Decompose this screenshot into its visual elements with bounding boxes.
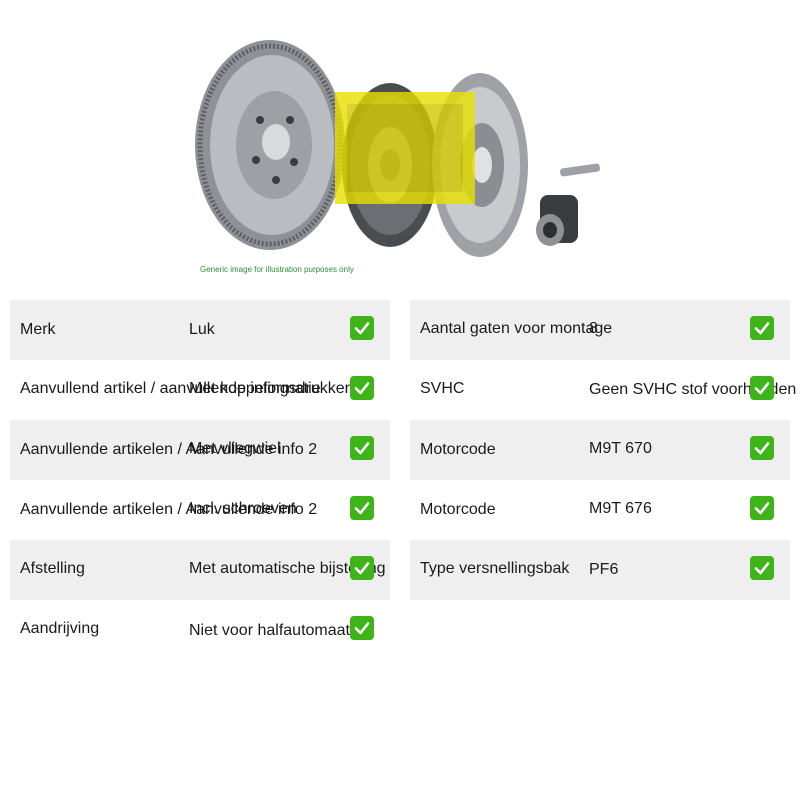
spec-row-gearbox-type: Type versnellingsbak PF6: [410, 540, 790, 600]
checkmark-icon: [350, 616, 374, 640]
spec-value: Incl. schroeven: [189, 500, 297, 517]
spec-label: Aandrijving: [20, 620, 100, 637]
specs-left-column: Merk Luk Aanvullend artikel / aanvullend…: [10, 300, 390, 660]
release-bearing-illustration: [536, 163, 600, 246]
spec-row-adjustment: Afstelling Met automatische bijstelling: [10, 540, 390, 600]
spec-row-additional-info-2a: Aanvullende artikelen / Aanvullende info…: [10, 420, 390, 480]
checkmark-icon: [350, 436, 374, 460]
spec-value: Luk: [189, 321, 215, 338]
checkmark-icon: [750, 316, 774, 340]
spec-value: PF6: [589, 561, 619, 578]
checkmark-icon: [750, 376, 774, 400]
spec-label: Motorcode: [420, 501, 496, 518]
spec-value: Met koppelingsdrukker: [189, 380, 350, 397]
spec-value: M9T 670: [589, 440, 652, 457]
spec-label: Afstelling: [20, 560, 85, 577]
spec-value: Niet voor halfautomaat: [189, 622, 350, 639]
spec-row-svhc: SVHC Geen SVHC stof voorhanden: [410, 360, 796, 420]
product-image: [195, 40, 600, 257]
checkmark-icon: [350, 556, 374, 580]
spec-value: Met vliegwiel: [189, 440, 281, 457]
spec-row-drive: Aandrijving Niet voor halfautomaat: [10, 600, 390, 660]
spec-label: Merk: [20, 321, 56, 338]
spec-label: Aantal gaten voor montage: [420, 320, 613, 337]
spec-row-engine-code-2: Motorcode M9T 676: [410, 480, 790, 540]
image-caption: Generic image for illustration purposes …: [200, 265, 354, 274]
checkmark-icon: [350, 496, 374, 520]
checkmark-icon: [750, 556, 774, 580]
spec-label: Type versnellingsbak: [420, 560, 570, 577]
checkmark-icon: [350, 316, 374, 340]
spec-row-mounting-holes: Aantal gaten voor montage 8: [410, 300, 790, 360]
spec-label: SVHC: [420, 380, 465, 397]
spec-row-additional-info-2b: Aanvullende artikelen / Aanvullende info…: [10, 480, 390, 540]
spec-row-additional-article: Aanvullend artikel / aanvullende informa…: [10, 360, 390, 420]
flywheel-illustration: [195, 40, 345, 250]
specs-right-column: Aantal gaten voor montage 8 SVHC Geen SV…: [410, 300, 796, 600]
checkmark-icon: [750, 436, 774, 460]
checkmark-icon: [750, 496, 774, 520]
spec-row-brand: Merk Luk: [10, 300, 390, 360]
spec-row-engine-code-1: Motorcode M9T 670: [410, 420, 790, 480]
spec-label: Motorcode: [420, 441, 496, 458]
checkmark-icon: [350, 376, 374, 400]
spec-value: M9T 676: [589, 500, 652, 517]
spec-value: 8: [589, 320, 598, 337]
luk-logo: [335, 92, 475, 204]
